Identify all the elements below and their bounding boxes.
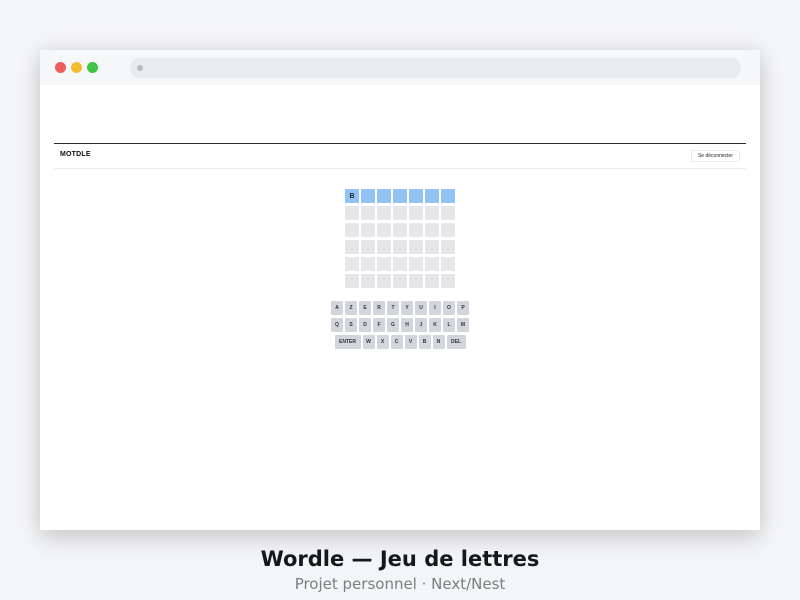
grid-cell [377, 257, 391, 271]
key-w[interactable]: W [362, 335, 375, 349]
grid-cell [377, 274, 391, 288]
key-t[interactable]: T [387, 301, 399, 315]
key-r[interactable]: R [373, 301, 385, 315]
grid-cell [345, 257, 359, 271]
key-x[interactable]: X [376, 335, 389, 349]
key-m[interactable]: M [457, 318, 469, 332]
grid-cell [361, 274, 375, 288]
app-header: MOTDLE Se déconnecter [54, 143, 746, 169]
grid-cell [441, 189, 455, 203]
grid-cell [409, 274, 423, 288]
grid-cell [425, 189, 439, 203]
grid-cell [345, 274, 359, 288]
brand-logo[interactable]: MOTDLE [60, 151, 91, 158]
key-i[interactable]: I [429, 301, 441, 315]
grid-cell [393, 223, 407, 237]
key-del[interactable]: DEL [446, 335, 466, 349]
grid-cell [425, 257, 439, 271]
keyboard-row: QSDFGHJKLM [40, 318, 760, 332]
key-q[interactable]: Q [331, 318, 343, 332]
grid-cell [377, 189, 391, 203]
key-j[interactable]: J [415, 318, 427, 332]
key-u[interactable]: U [415, 301, 427, 315]
grid-cell [441, 257, 455, 271]
grid-cell [361, 257, 375, 271]
grid-cell [441, 274, 455, 288]
grid-cell [393, 240, 407, 254]
grid-cell [393, 206, 407, 220]
key-g[interactable]: G [387, 318, 399, 332]
caption-subtitle: Projet personnel · Next/Nest [294, 575, 506, 593]
grid-cell [409, 223, 423, 237]
grid-cell: B [345, 189, 359, 203]
close-window-icon[interactable] [55, 62, 66, 73]
grid-cell [409, 189, 423, 203]
grid-cell [345, 206, 359, 220]
grid-cell [425, 206, 439, 220]
virtual-keyboard: A Z E R T Y U I O P Q S D F G H J K L M ENTER W X C V B N DEL [40, 301, 760, 352]
browser-titlebar [40, 50, 760, 85]
key-v[interactable]: V [404, 335, 417, 349]
grid-cell [377, 240, 391, 254]
key-k[interactable]: K [429, 318, 441, 332]
grid-cell [441, 223, 455, 237]
key-z[interactable]: Z [345, 301, 357, 315]
grid-cell [361, 189, 375, 203]
key-s[interactable]: S [345, 318, 357, 332]
grid-cell [361, 206, 375, 220]
logout-button[interactable]: Se déconnecter [690, 150, 740, 162]
caption-title: Wordle — Jeu de lettres [260, 547, 540, 571]
grid-cell [393, 257, 407, 271]
grid-cell [441, 206, 455, 220]
grid-cell [409, 257, 423, 271]
grid-cell [425, 274, 439, 288]
address-bar[interactable] [130, 58, 741, 78]
key-l[interactable]: L [443, 318, 455, 332]
key-e[interactable]: E [359, 301, 371, 315]
grid-cell [425, 240, 439, 254]
key-n[interactable]: N [432, 335, 445, 349]
key-enter[interactable]: ENTER [334, 335, 361, 349]
key-a[interactable]: A [331, 301, 343, 315]
maximize-window-icon[interactable] [87, 62, 98, 73]
grid-cell [393, 274, 407, 288]
key-b[interactable]: B [418, 335, 431, 349]
minimize-window-icon[interactable] [71, 62, 82, 73]
grid-cell [361, 240, 375, 254]
key-y[interactable]: Y [401, 301, 413, 315]
key-d[interactable]: D [359, 318, 371, 332]
key-p[interactable]: P [457, 301, 469, 315]
key-f[interactable]: F [373, 318, 385, 332]
grid-cell [409, 206, 423, 220]
key-c[interactable]: C [390, 335, 403, 349]
letter-grid: B [345, 189, 455, 288]
grid-cell [409, 240, 423, 254]
browser-window: MOTDLE Se déconnecter B AZERTYUIOPQSDFGH… [40, 50, 760, 530]
grid-cell [345, 240, 359, 254]
grid-cell [345, 223, 359, 237]
keyboard-row: AZERTYUIOP [40, 301, 760, 315]
key-o[interactable]: O [443, 301, 455, 315]
grid-cell [425, 223, 439, 237]
grid-cell [441, 240, 455, 254]
grid-cell [377, 206, 391, 220]
grid-cell [361, 223, 375, 237]
grid-cell [377, 223, 391, 237]
grid-cell [393, 189, 407, 203]
key-h[interactable]: H [401, 318, 413, 332]
site-info-icon [137, 65, 143, 71]
keyboard-row: ENTER W X C V B N DEL [40, 335, 760, 349]
